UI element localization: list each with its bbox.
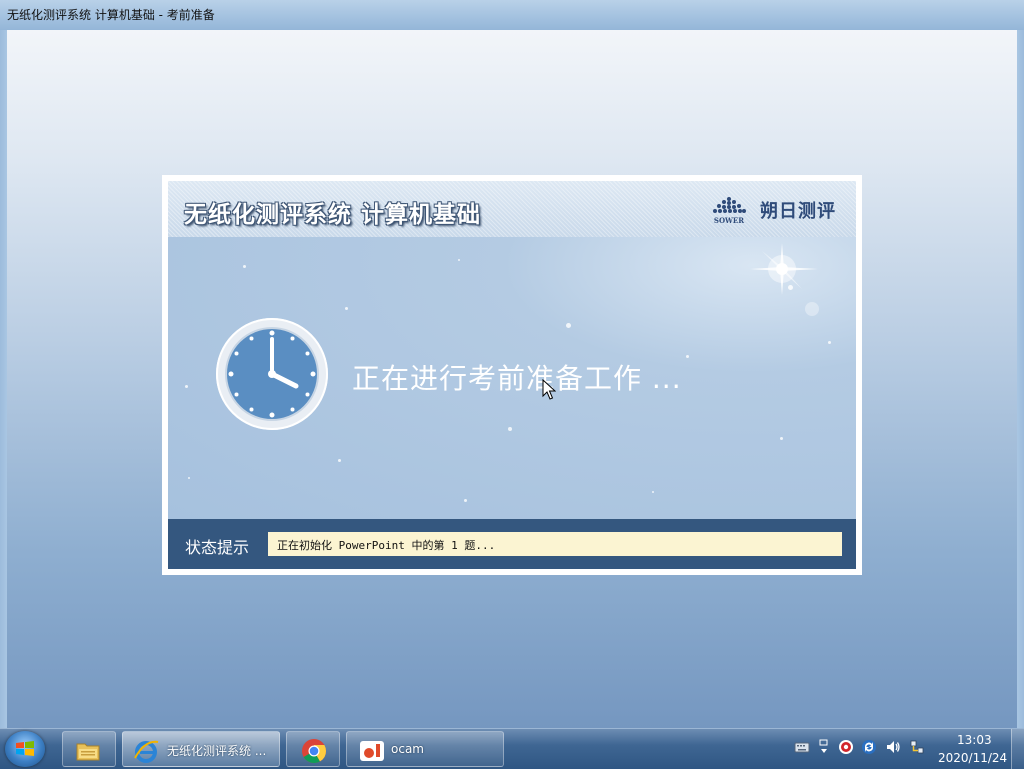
sync-icon[interactable] (861, 739, 877, 755)
splash-body: 正在进行考前准备工作 ... (168, 237, 856, 519)
windows-logo-icon (16, 741, 34, 756)
sparkle (508, 427, 512, 431)
splash-panel: 无纸化测评系统 计算机基础 SOWER 朔日测评 正在进行考前准备工作 ... … (162, 175, 862, 575)
folder-icon (76, 743, 100, 761)
record-icon[interactable] (838, 739, 854, 755)
preparation-message: 正在进行考前准备工作 ... (352, 362, 682, 395)
volume-icon[interactable] (885, 739, 901, 755)
sparkle (345, 307, 348, 310)
sower-logo-icon: SOWER (713, 197, 746, 225)
splash-title: 无纸化测评系统 计算机基础 (184, 202, 482, 228)
mouse-cursor-icon (542, 379, 556, 400)
sparkle (566, 323, 571, 328)
taskbar-item-ocam[interactable]: ocam (346, 731, 504, 767)
taskbar-clock-time[interactable]: 13:03 (957, 733, 992, 747)
light-flare-icon (750, 243, 819, 316)
brand-name: 朔日测评 (760, 201, 836, 222)
ie-icon (134, 740, 159, 763)
keyboard-icon[interactable] (794, 739, 810, 755)
sparkle (185, 385, 188, 388)
sparkle (686, 355, 689, 358)
sparkle (458, 259, 460, 261)
window-frame-left (0, 30, 7, 728)
sparkle (780, 437, 783, 440)
status-text-field: 正在初始化 PowerPoint 中的第 1 题... (268, 532, 842, 556)
taskbar-clock-date[interactable]: 2020/11/24 (938, 751, 1007, 765)
network-icon[interactable] (909, 739, 925, 755)
taskbar-item-internet-explorer[interactable]: 无纸化测评系统 ... (122, 731, 280, 767)
sparkle (652, 491, 654, 493)
sparkle (243, 265, 246, 268)
status-bar: 状态提示 正在初始化 PowerPoint 中的第 1 题... (168, 519, 856, 569)
chrome-icon (302, 739, 326, 764)
status-label: 状态提示 (185, 538, 250, 557)
taskbar-item-chrome[interactable] (286, 731, 340, 767)
window-title: 无纸化测评系统 计算机基础 - 考前准备 (7, 8, 215, 22)
taskbar-item-file-explorer[interactable] (62, 731, 116, 767)
brand-logo-text: SOWER (714, 216, 744, 225)
clock-icon (216, 318, 328, 430)
sparkle (338, 459, 341, 462)
sparkle (828, 341, 831, 344)
ocam-icon (360, 741, 384, 761)
taskbar-item-label: 无纸化测评系统 ... (167, 744, 267, 758)
window-frame-right (1017, 30, 1024, 728)
taskbar-item-label: ocam (391, 742, 424, 756)
taskbar: 无纸化测评系统 ... ocam 13:03 2020/11/24 (0, 728, 1024, 769)
sparkle (188, 477, 190, 479)
sparkle (464, 499, 467, 502)
show-desktop-button[interactable] (1011, 729, 1024, 769)
network-arrows-icon[interactable] (816, 739, 832, 755)
splash-header: 无纸化测评系统 计算机基础 SOWER 朔日测评 (168, 181, 856, 237)
window-title-bar[interactable]: 无纸化测评系统 计算机基础 - 考前准备 (0, 0, 1024, 30)
start-button[interactable] (5, 731, 45, 767)
